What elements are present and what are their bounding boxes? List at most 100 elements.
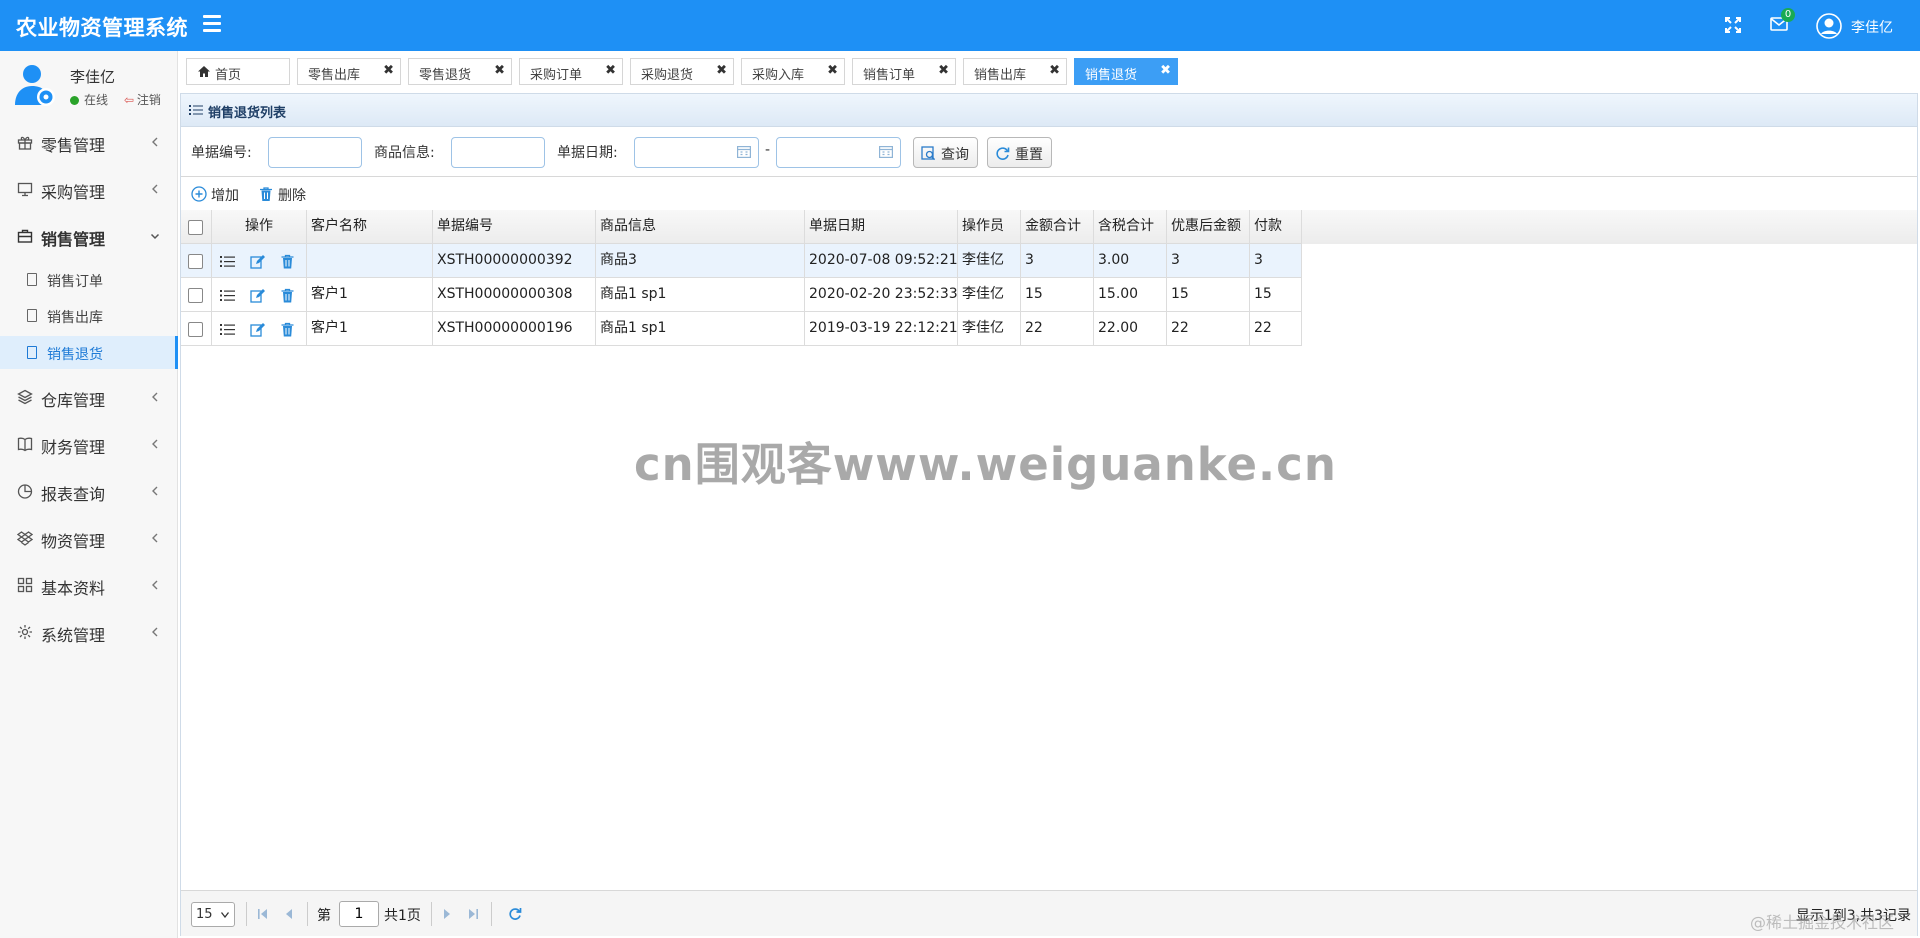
detail-list-icon[interactable] [220,254,235,269]
discounted-cell: 22 [1167,312,1250,346]
col-header[interactable]: 单据日期 [805,210,958,244]
product-label: 商品信息: [374,145,435,161]
trash-icon[interactable] [280,254,295,269]
tab-sales-outbound[interactable]: 销售出库 ✖ [963,58,1067,85]
next-page-icon[interactable] [441,907,453,921]
search-form: 单据编号: 商品信息: 单据日期: - 查询 重置 [181,127,1917,173]
select-all-checkbox[interactable] [188,220,203,235]
row-checkbox[interactable] [188,322,203,337]
sidebar: 李佳亿 在线 ⇦ 注销 零售管理 采购管理 销售管理 销售订单 销售出库 销售退货… [0,51,178,938]
close-icon[interactable]: ✖ [716,63,727,78]
menu-purchase[interactable]: 采购管理 [0,168,178,210]
submenu-sales-order[interactable]: 销售订单 [0,263,178,296]
logout-icon: ⇦ [123,93,134,107]
trash-icon[interactable] [280,288,295,303]
close-icon[interactable]: ✖ [383,63,394,78]
col-header[interactable]: 客户名称 [307,210,433,244]
submenu-label: 销售出库 [47,310,103,326]
menu-materials[interactable]: 物资管理 [0,517,178,559]
tab-retail-outbound[interactable]: 零售出库 ✖ [297,58,401,85]
chevron-left-icon [152,533,158,543]
chevron-left-icon [152,137,158,147]
add-label: 增加 [211,188,239,204]
close-icon[interactable]: ✖ [1049,63,1060,78]
reset-button[interactable]: 重置 [987,137,1052,168]
pager-divider [431,902,432,926]
main-panel: 销售退货列表 单据编号: 商品信息: 单据日期: - 查询 重置 增加 删除 操… [180,93,1918,936]
close-icon[interactable]: ✖ [1160,63,1171,78]
row-checkbox[interactable] [188,254,203,269]
col-header[interactable]: 优惠后金额 [1167,210,1250,244]
messages-icon[interactable]: 0 [1770,8,1795,34]
table-row[interactable]: 客户1 XSTH00000000308 商品1 sp1 2020-02-20 2… [181,278,1302,312]
amount-cell: 22 [1021,312,1094,346]
tab-home[interactable]: 首页 [186,58,290,85]
submenu-sales-outbound[interactable]: 销售出库 [0,299,178,332]
user-avatar-icon [1816,13,1842,39]
page-number-input[interactable] [339,901,379,927]
close-icon[interactable]: ✖ [938,63,949,78]
col-header[interactable]: 操作员 [958,210,1021,244]
calendar-icon[interactable] [879,145,893,158]
detail-list-icon[interactable] [220,288,235,303]
col-header[interactable]: 金额合计 [1021,210,1094,244]
col-header[interactable]: 含税合计 [1094,210,1167,244]
menu-finance[interactable]: 财务管理 [0,423,178,465]
close-icon[interactable]: ✖ [827,63,838,78]
query-button[interactable]: 查询 [913,137,978,168]
edit-icon[interactable] [250,322,265,337]
tab-purchase-inbound[interactable]: 采购入库 ✖ [741,58,845,85]
product-input[interactable] [451,137,545,168]
first-page-icon[interactable] [257,907,269,921]
tab-purchase-return[interactable]: 采购退货 ✖ [630,58,734,85]
col-header[interactable]: 单据编号 [433,210,596,244]
dropbox-icon [17,531,33,546]
refresh-icon[interactable] [508,907,522,921]
panel-header: 销售退货列表 [181,94,1917,127]
menu-toggle-icon[interactable] [203,15,221,35]
menu-warehouse[interactable]: 仓库管理 [0,376,178,418]
menu-label: 采购管理 [41,183,106,202]
menu-basic-data[interactable]: 基本资料 [0,564,178,606]
menu-retail[interactable]: 零售管理 [0,121,178,163]
last-page-icon[interactable] [467,907,479,921]
page-size-select[interactable]: 15 [191,902,235,927]
logout-link[interactable]: ⇦ 注销 [124,93,161,107]
number-input[interactable] [268,137,362,168]
chevron-left-icon [152,627,158,637]
edit-icon[interactable] [250,288,265,303]
prev-page-icon[interactable] [283,907,295,921]
delete-button[interactable]: 删除 [258,185,313,204]
payment-cell: 3 [1250,244,1302,278]
col-header[interactable]: 商品信息 [596,210,805,244]
date-label: 单据日期: [557,145,618,161]
detail-list-icon[interactable] [220,322,235,337]
submenu-sales-return[interactable]: 销售退货 [0,336,178,369]
tab-sales-order[interactable]: 销售订单 ✖ [852,58,956,85]
tab-sales-return[interactable]: 销售退货 ✖ [1074,58,1178,85]
row-select-cell [181,312,212,346]
online-label: 在线 [84,93,109,107]
close-icon[interactable]: ✖ [494,63,505,78]
menu-sales[interactable]: 销售管理 [0,215,178,257]
monitor-icon [17,182,33,197]
customer-cell: 客户1 [307,278,433,312]
add-button[interactable]: 增加 [191,185,246,204]
table-row[interactable]: XSTH00000000392 商品3 2020-07-08 09:52:21 … [181,244,1302,278]
trash-icon[interactable] [280,322,295,337]
calendar-icon[interactable] [737,145,751,158]
col-header[interactable]: 付款 [1250,210,1302,244]
table-row[interactable]: 客户1 XSTH00000000196 商品1 sp1 2019-03-19 2… [181,312,1302,346]
number-cell: XSTH00000000392 [433,244,596,278]
fullscreen-icon[interactable] [1724,16,1742,34]
close-icon[interactable]: ✖ [605,63,616,78]
tab-retail-return[interactable]: 零售退货 ✖ [408,58,512,85]
tab-purchase-order[interactable]: 采购订单 ✖ [519,58,623,85]
edit-icon[interactable] [250,254,265,269]
tab-label: 销售订单 [863,68,916,83]
menu-system[interactable]: 系统管理 [0,611,178,653]
row-checkbox[interactable] [188,288,203,303]
query-label: 查询 [941,147,969,163]
trash-icon [260,187,272,201]
menu-reports[interactable]: 报表查询 [0,470,178,512]
